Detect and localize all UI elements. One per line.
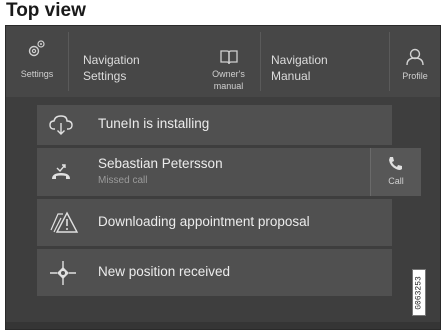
owners-manual-line1: Owner's	[212, 69, 245, 79]
top-bar: Settings Navigation Settings Owner's man…	[6, 26, 440, 97]
notification-tunein[interactable]: TuneIn is installing	[37, 105, 392, 145]
notification-position[interactable]: New position received	[37, 249, 392, 296]
notification-subtitle: Missed call	[98, 175, 148, 186]
profile-button[interactable]: Profile	[390, 26, 440, 97]
page-heading: Top view	[6, 0, 86, 21]
call-button[interactable]: Call	[370, 148, 421, 196]
notification-title: Sebastian Petersson	[98, 156, 223, 171]
gear-icon	[28, 40, 45, 57]
warning-triangle-icon	[50, 211, 79, 233]
settings-label: Settings	[20, 69, 54, 79]
navigation-settings-line1: Navigation	[83, 53, 140, 67]
position-crosshair-icon	[50, 261, 76, 285]
bottom-strip	[6, 322, 440, 329]
notification-title: Downloading appointment proposal	[98, 214, 310, 229]
navigation-settings-button[interactable]: Navigation Settings	[69, 26, 197, 97]
person-icon	[406, 48, 424, 66]
navigation-manual-button[interactable]: Navigation Manual	[261, 26, 389, 97]
notification-title: TuneIn is installing	[98, 116, 210, 131]
profile-label: Profile	[402, 71, 428, 81]
notification-title: New position received	[98, 264, 231, 279]
image-code: G063253	[412, 269, 426, 316]
notification-missed-call[interactable]: Sebastian Petersson Missed call Call	[37, 148, 421, 196]
phone-icon	[389, 157, 402, 170]
cloud-download-icon	[49, 115, 73, 135]
center-display: Settings Navigation Settings Owner's man…	[5, 25, 441, 330]
navigation-manual-line1: Navigation	[271, 53, 328, 67]
navigation-settings-line2: Settings	[83, 69, 127, 83]
settings-button[interactable]: Settings	[6, 26, 68, 97]
image-code-text: G063253	[414, 275, 424, 310]
owners-manual-button[interactable]: Owner's manual	[197, 26, 260, 97]
call-button-label: Call	[388, 176, 404, 186]
navigation-manual-line2: Manual	[271, 69, 311, 83]
notification-appointment[interactable]: Downloading appointment proposal	[37, 199, 392, 246]
book-icon	[220, 50, 238, 65]
owners-manual-line2: manual	[213, 81, 244, 91]
missed-call-icon	[52, 164, 70, 179]
